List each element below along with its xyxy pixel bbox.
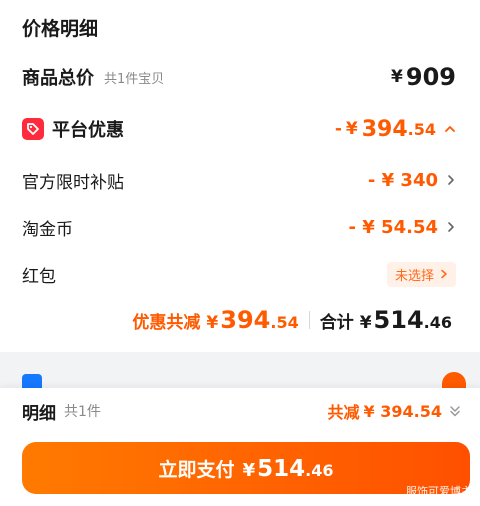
chevron-right-icon: [446, 221, 456, 233]
chevron-right-icon: [446, 174, 456, 186]
grand-total-label: 合计: [319, 313, 354, 333]
official-subsidy-row[interactable]: 官方限时补贴 - ¥ 340: [22, 165, 456, 195]
red-packet-badge[interactable]: 未选择: [386, 261, 456, 287]
grand-total-dec: .46: [423, 313, 452, 332]
total-price-value: ¥ 909: [391, 63, 456, 91]
platform-discount-row[interactable]: 平台优惠 - ¥ 394 .54: [22, 114, 456, 144]
red-packet-badge-text: 未选择: [394, 268, 434, 284]
tag-icon: [22, 118, 44, 140]
divider: [308, 311, 310, 329]
platform-discount-value: - ¥ 394 .54: [335, 117, 456, 142]
platform-discount-label: 平台优惠: [52, 120, 124, 141]
detail-discount-label: 共减: [327, 403, 360, 422]
red-packet-value: 未选择: [386, 261, 456, 287]
official-subsidy-amount: - ¥ 340: [367, 169, 438, 191]
official-subsidy-label: 官方限时补贴: [22, 172, 124, 193]
red-packet-row[interactable]: 红包 未选择: [22, 259, 456, 289]
currency-symbol: ¥: [242, 460, 256, 481]
pay-amount-dec: .46: [305, 461, 334, 480]
alipay-icon: [22, 374, 42, 388]
total-price-row: 商品总价 共1件宝贝 ¥ 909: [22, 62, 456, 92]
official-subsidy-value: - ¥ 340: [368, 170, 456, 191]
detail-count: 共1件: [64, 404, 101, 420]
platform-discount-int: 394: [361, 116, 408, 142]
price-detail-panel: 价格明细 商品总价 共1件宝贝 ¥ 909 平台优惠 - ¥ 394 .54 官…: [0, 0, 480, 352]
watermark: 服饰可爱博主: [406, 485, 472, 498]
currency-symbol: ¥: [359, 313, 372, 333]
discount-total-dec: .54: [270, 313, 299, 332]
taojinbi-value: - ¥ 54.54: [349, 217, 456, 238]
discount-total-int: 394: [220, 306, 271, 334]
minus-sign: -: [334, 119, 342, 139]
detail-discount-value: ¥ 394.54: [363, 401, 442, 421]
section-gap: [0, 352, 480, 392]
platform-discount-dec: .54: [407, 119, 436, 139]
currency-symbol: ¥: [391, 67, 403, 87]
currency-symbol: ¥: [345, 119, 358, 139]
detail-discount: 共减 ¥ 394.54: [328, 399, 462, 423]
discount-summary: 优惠共减 ¥ 394 .54 合计 ¥ 514 .46: [132, 306, 452, 334]
total-price-label: 商品总价: [22, 68, 94, 89]
pay-now-button[interactable]: 立即支付 ¥ 514 .46: [22, 442, 470, 494]
discount-total-label: 优惠共减: [132, 313, 201, 333]
chevron-double-down-icon[interactable]: [448, 404, 462, 418]
detail-label: 明细: [22, 403, 56, 424]
grand-total-int: 514: [373, 306, 424, 334]
item-count: 共1件宝贝: [104, 71, 165, 87]
red-packet-label: 红包: [22, 266, 56, 287]
currency-symbol: ¥: [206, 313, 219, 333]
taojinbi-amount: - ¥ 54.54: [348, 216, 438, 238]
chevron-right-icon: [440, 269, 448, 279]
pay-now-label: 立即支付: [158, 459, 235, 481]
page-title: 价格明细: [22, 18, 99, 40]
detail-summary-row[interactable]: 明细 共1件 共减 ¥ 394.54: [22, 398, 462, 424]
total-price-amount: 909: [405, 63, 456, 91]
pay-amount-int: 514: [257, 456, 306, 482]
taojinbi-label: 淘金币: [22, 219, 73, 240]
chevron-up-icon[interactable]: [444, 123, 456, 135]
taojinbi-row[interactable]: 淘金币 - ¥ 54.54: [22, 212, 456, 242]
